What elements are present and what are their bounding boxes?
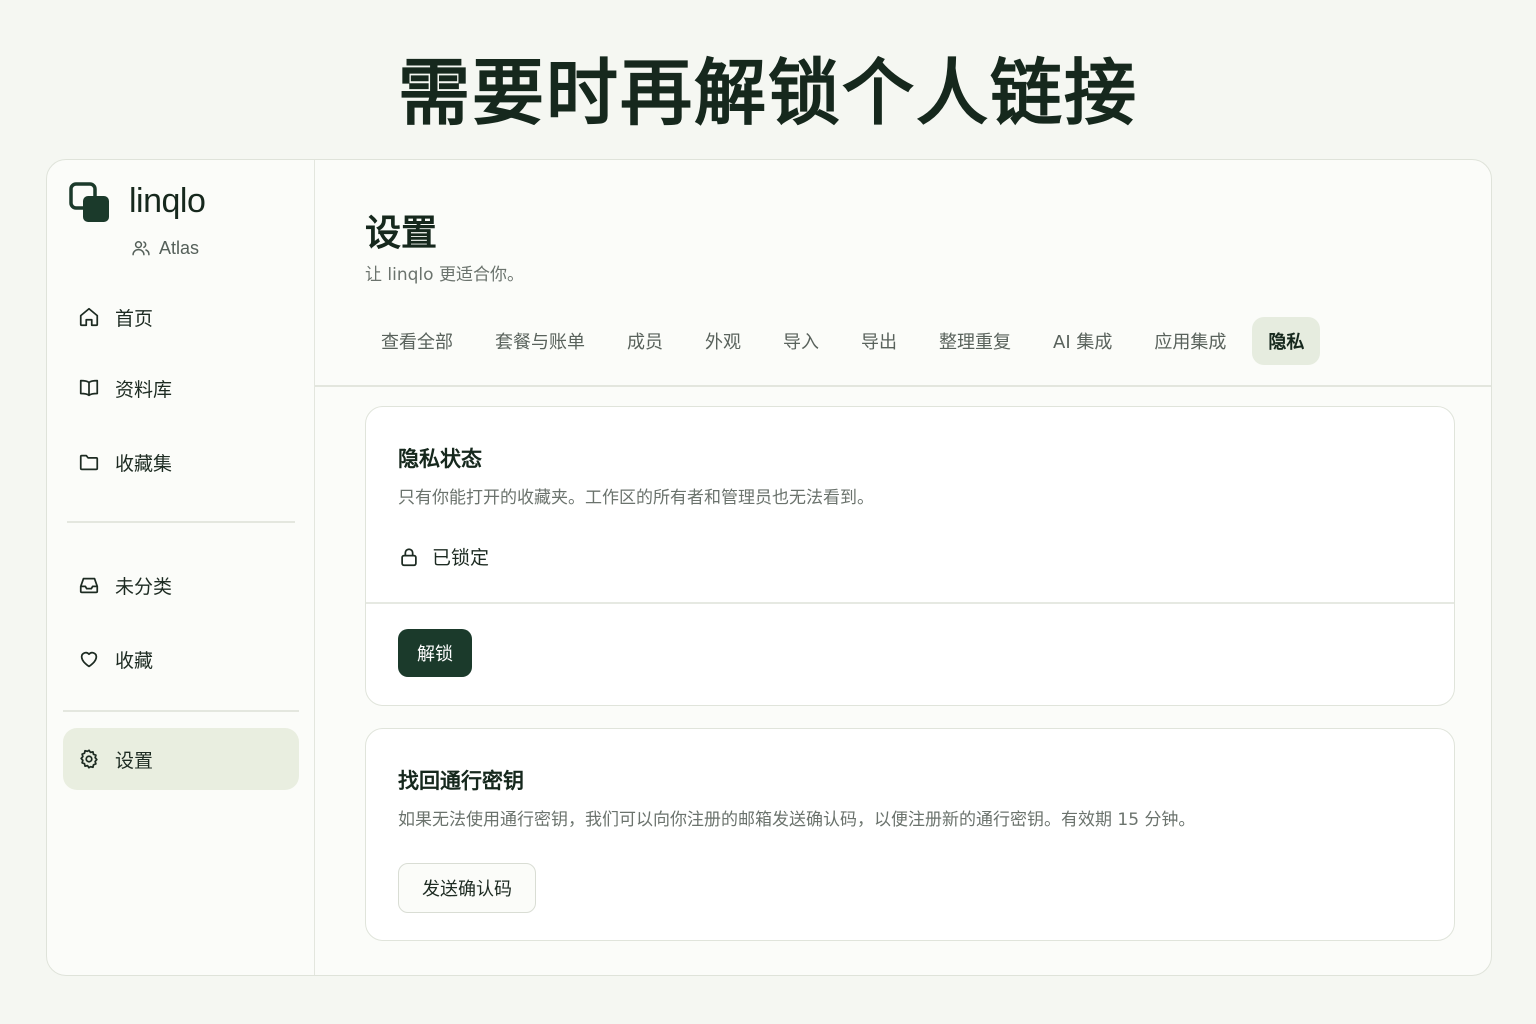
sidebar-item-home[interactable]: 首页 (63, 286, 299, 348)
users-icon (132, 241, 150, 256)
tab-members[interactable]: 成员 (611, 317, 679, 365)
workspace-name: Atlas (159, 237, 200, 258)
lock-icon (401, 547, 417, 566)
page-subtitle: 让 linqlo 更适合你。 (365, 265, 524, 285)
sidebar-item-label: 收藏 (115, 649, 154, 672)
sidebar-item-label: 设置 (115, 749, 154, 772)
app-window: linqlo Atlas 首页 资料库 收藏集 未分类 收藏 设置 设置 让 l… (46, 159, 1492, 976)
card-description: 如果无法使用通行密钥，我们可以向你注册的邮箱发送确认码，以便注册新的通行密钥。有… (398, 810, 1196, 830)
sidebar-item-settings[interactable]: 设置 (63, 728, 299, 790)
sidebar-divider (63, 710, 299, 712)
sidebar: linqlo Atlas 首页 资料库 收藏集 未分类 收藏 设置 (47, 160, 315, 975)
card-title: 找回通行密钥 (398, 769, 524, 793)
tab-appearance[interactable]: 外观 (689, 317, 757, 365)
status-label: 已锁定 (432, 547, 490, 569)
tab-dedupe[interactable]: 整理重复 (923, 317, 1027, 365)
brand[interactable]: linqlo (69, 182, 299, 226)
tab-ai-integration[interactable]: AI 集成 (1037, 317, 1128, 365)
unlock-button[interactable]: 解锁 (398, 629, 472, 677)
tab-privacy[interactable]: 隐私 (1252, 317, 1321, 365)
sidebar-item-label: 未分类 (115, 575, 173, 598)
sidebar-item-uncategorized[interactable]: 未分类 (63, 554, 299, 616)
tab-view-all[interactable]: 查看全部 (365, 317, 469, 365)
card-description: 只有你能打开的收藏夹。工作区的所有者和管理员也无法看到。 (398, 488, 874, 508)
sidebar-divider (67, 521, 295, 523)
privacy-status-card: 隐私状态 只有你能打开的收藏夹。工作区的所有者和管理员也无法看到。 已锁定 解锁 (365, 406, 1455, 706)
sidebar-item-label: 资料库 (115, 378, 173, 401)
settings-tabs: 查看全部 套餐与账单 成员 外观 导入 导出 整理重复 AI 集成 应用集成 隐… (365, 316, 1330, 366)
logo-icon (69, 182, 109, 222)
page-headline: 需要时再解锁个人链接 (397, 51, 1138, 135)
sidebar-item-library[interactable]: 资料库 (63, 357, 299, 419)
settings-main: 设置 让 linqlo 更适合你。 查看全部 套餐与账单 成员 外观 导入 导出… (315, 160, 1491, 975)
sidebar-item-favorites[interactable]: 收藏 (63, 628, 299, 690)
tab-plan-billing[interactable]: 套餐与账单 (479, 317, 601, 365)
book-icon (77, 376, 101, 400)
sidebar-item-label: 收藏集 (115, 452, 173, 475)
folder-icon (77, 450, 101, 474)
heart-icon (77, 647, 101, 671)
card-divider (366, 602, 1454, 604)
page-title: 设置 (365, 213, 438, 254)
sidebar-item-label: 首页 (115, 307, 154, 330)
inbox-icon (77, 573, 101, 597)
home-icon (77, 305, 101, 329)
brand-name: linqlo (129, 182, 206, 220)
tab-import[interactable]: 导入 (767, 317, 835, 365)
tabs-divider (315, 385, 1491, 387)
send-code-button[interactable]: 发送确认码 (398, 863, 536, 913)
card-title: 隐私状态 (398, 447, 482, 471)
tab-export[interactable]: 导出 (845, 317, 913, 365)
gear-icon (77, 747, 101, 771)
passkey-recovery-card: 找回通行密钥 如果无法使用通行密钥，我们可以向你注册的邮箱发送确认码，以便注册新… (365, 728, 1455, 941)
sidebar-item-collections[interactable]: 收藏集 (63, 431, 299, 493)
tab-app-integration[interactable]: 应用集成 (1138, 317, 1242, 365)
workspace-switcher[interactable]: Atlas (131, 236, 199, 260)
lock-status: 已锁定 (398, 543, 489, 570)
